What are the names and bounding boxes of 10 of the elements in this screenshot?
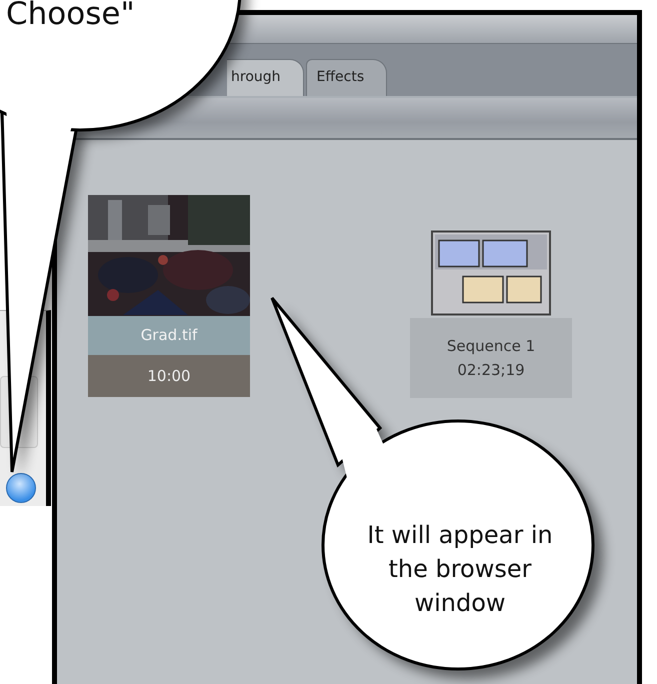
callout-text: It will appear in the browser window	[366, 520, 554, 619]
callout-text: Choose"	[6, 0, 135, 32]
sequence-icon[interactable]	[431, 230, 551, 316]
tab[interactable]: hrough	[227, 59, 304, 96]
tab[interactable]: Effects	[306, 59, 388, 96]
round-button[interactable]	[6, 473, 36, 503]
sequence-duration: 02:23;19	[457, 361, 525, 379]
sequence-name: Sequence 1	[446, 337, 536, 355]
clip-duration: 10:00	[88, 355, 250, 397]
clip-name: Grad.tif	[88, 316, 250, 355]
